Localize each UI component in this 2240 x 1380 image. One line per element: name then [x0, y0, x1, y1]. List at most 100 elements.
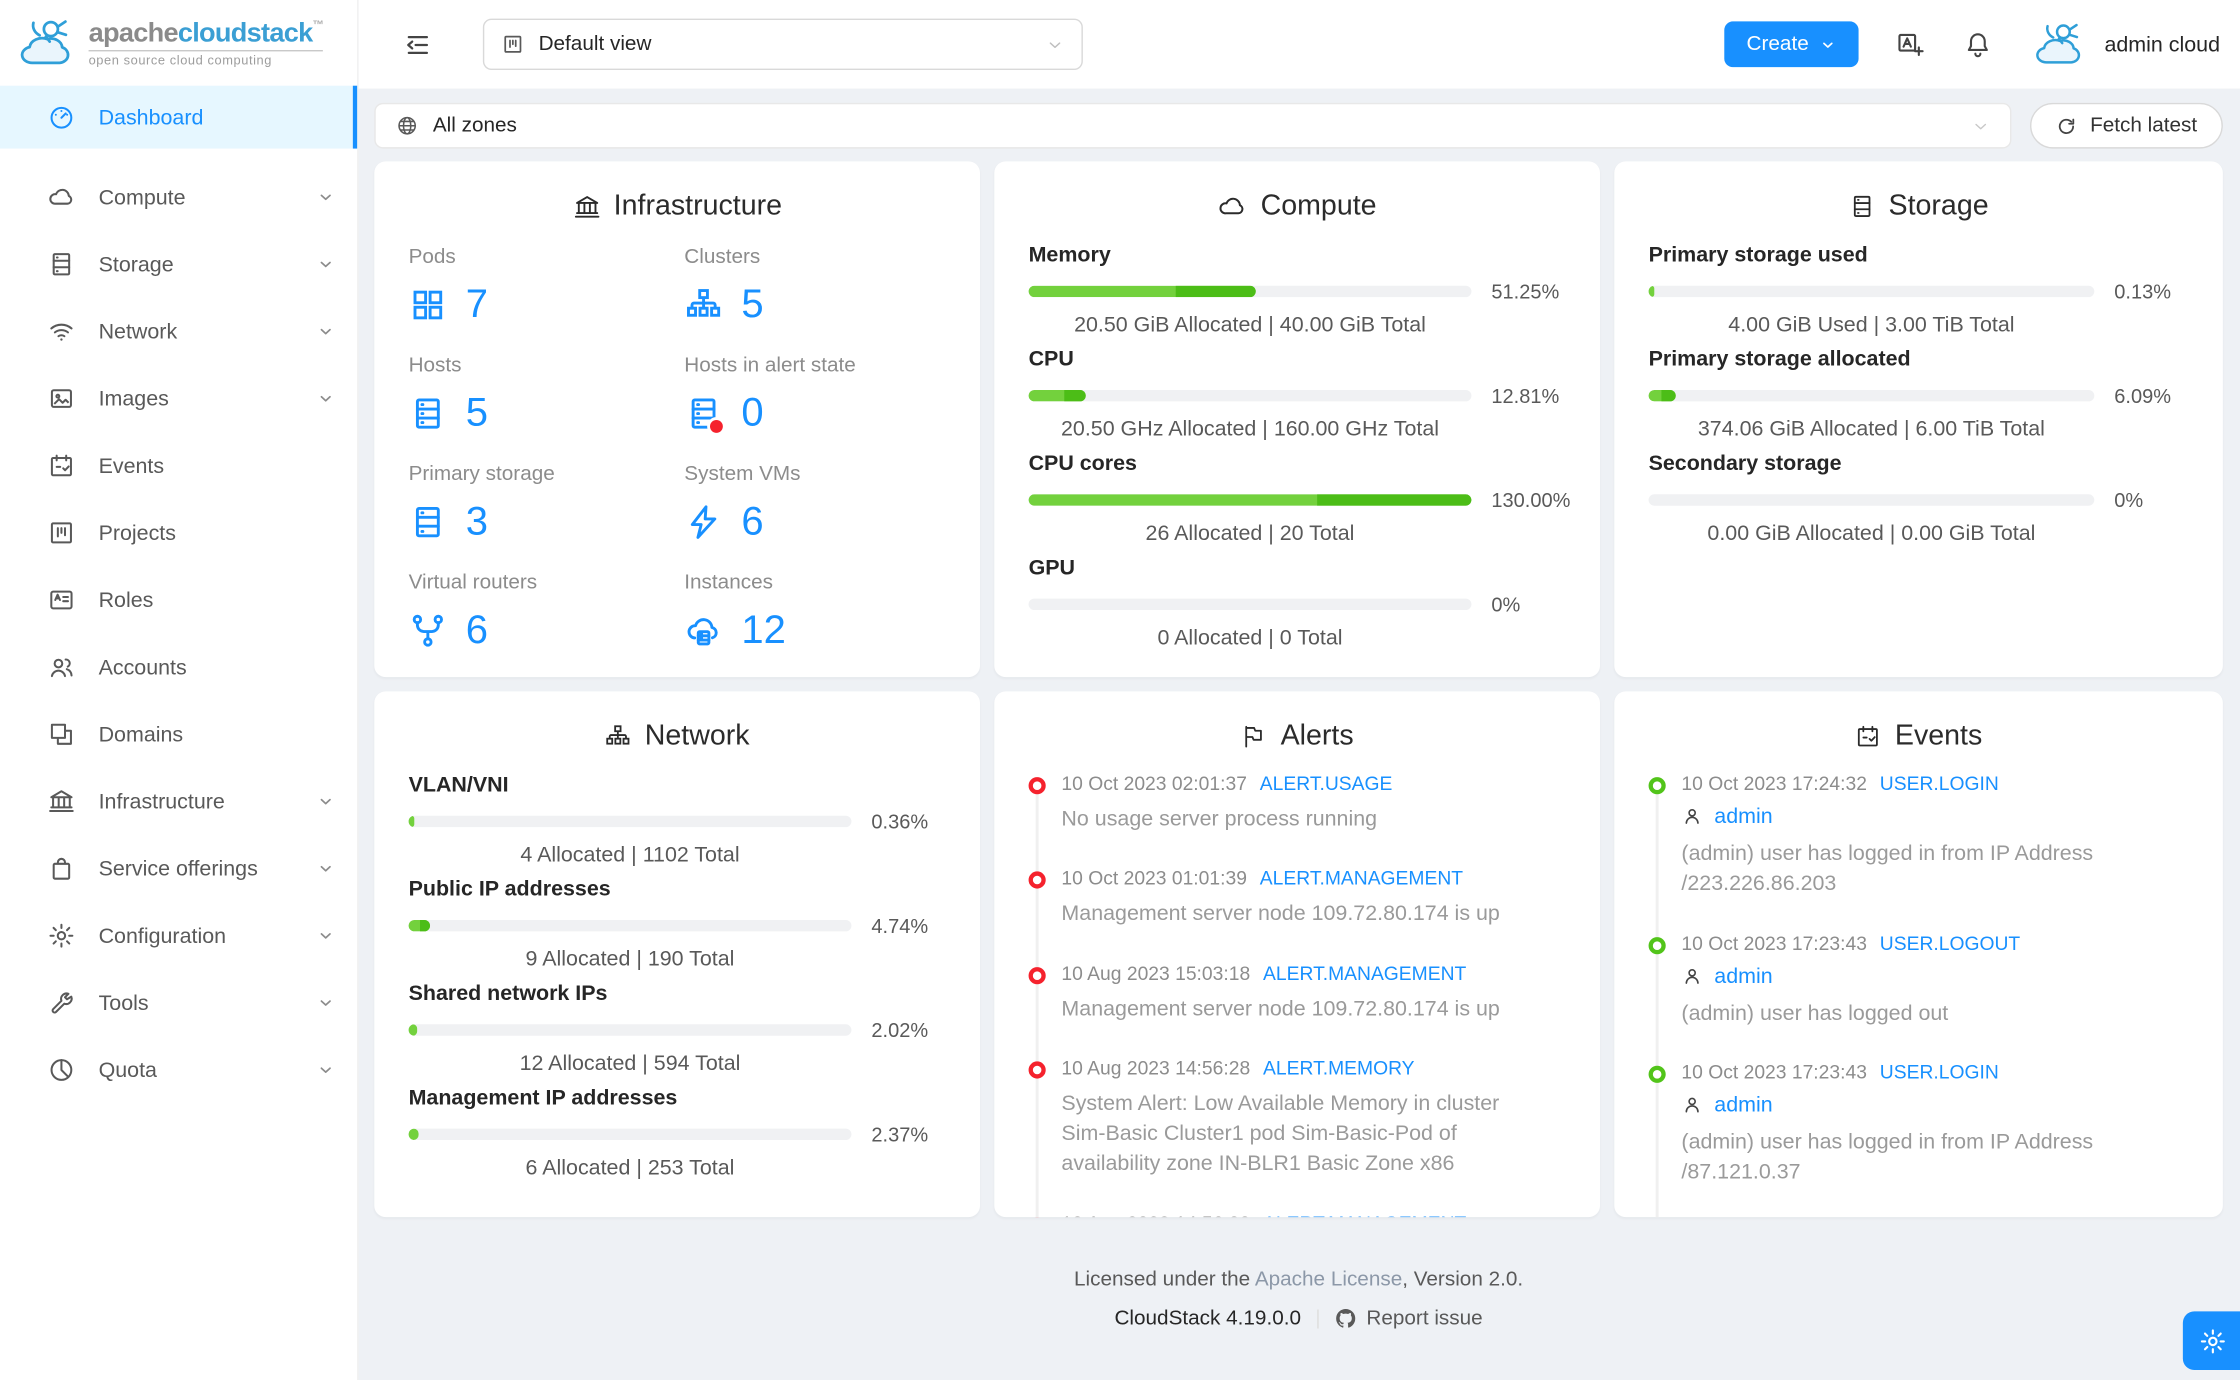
github-icon	[1336, 1309, 1356, 1328]
event-type-link[interactable]: USER.LOGOUT	[1880, 932, 2020, 953]
user-icon	[1681, 1094, 1702, 1115]
alerts-card-title: Alerts	[1029, 720, 1566, 753]
gpu-progress-bar	[1028, 598, 1472, 610]
management-ip-progress-bar	[408, 1128, 852, 1140]
zone-selector-value: All zones	[432, 114, 517, 138]
bank-icon	[572, 192, 601, 221]
user-icon	[1681, 806, 1702, 827]
sidebar-item-quota[interactable]: Quota	[0, 1039, 357, 1102]
sidebar-item-dashboard[interactable]: Dashboard	[0, 85, 358, 149]
sidebar-item-tools[interactable]: Tools	[0, 971, 357, 1034]
alert-type-link[interactable]: ALERT.MANAGEMENT	[1260, 868, 1463, 889]
event-green-dot-icon	[1648, 1065, 1666, 1083]
sidebar-item-roles[interactable]: Roles	[0, 569, 357, 632]
alerts-card: Alerts 10 Oct 2023 02:01:37 ALERT.USAGE N…	[994, 691, 1600, 1218]
sidebar-item-compute[interactable]: Compute	[0, 166, 357, 229]
stat-virtual-routers[interactable]: Virtual routers 6	[409, 571, 670, 652]
blocks-icon	[47, 720, 76, 749]
stat-clusters[interactable]: Clusters 5	[684, 246, 945, 327]
app-logo[interactable]: apachecloudstack™ open source cloud comp…	[0, 0, 357, 86]
sidebar-item-storage[interactable]: Storage	[0, 233, 357, 296]
footer: Licensed under the Apache License, Versi…	[374, 1269, 2223, 1330]
sidebar-item-accounts[interactable]: Accounts	[0, 636, 357, 699]
stat-system-vms[interactable]: System VMs 6	[684, 463, 945, 544]
shared-network-ip-metric: Shared network IPs 2.02% 12 Allocated | …	[408, 981, 929, 1076]
cloudstack-dashboard: apachecloudstack™ open source cloud comp…	[0, 0, 2240, 1380]
chevron-down-icon	[317, 323, 334, 340]
stat-primary-storage[interactable]: Primary storage 3	[409, 463, 670, 544]
team-icon	[47, 653, 76, 682]
user-name: admin cloud	[2104, 32, 2220, 57]
sidebar-item-label: Domains	[98, 722, 184, 747]
gpu-metric: GPU 0% 0 Allocated | 0 Total	[1028, 555, 1521, 650]
alert-item[interactable]: 10 Oct 2023 01:01:39 ALERT.MANAGEMENT Man…	[1028, 868, 1565, 930]
sidebar-item-infrastructure[interactable]: Infrastructure	[0, 770, 357, 833]
cpu-cores-progress-bar	[1028, 494, 1472, 506]
event-user-link[interactable]: admin	[1714, 964, 1772, 988]
sidebar-item-projects[interactable]: Projects	[0, 501, 357, 564]
stat-hosts-alert[interactable]: Hosts in alert state 0	[684, 354, 945, 435]
report-issue-link[interactable]: Report issue	[1335, 1307, 1483, 1330]
fork-icon	[409, 611, 448, 650]
create-button[interactable]: Create	[1723, 21, 1859, 68]
secondary-progress-bar	[1648, 494, 2095, 506]
sidebar-item-events[interactable]: Events	[0, 434, 357, 497]
infrastructure-stats: Pods 7 Clusters 5 Hosts 5 Hosts in alert…	[409, 243, 946, 653]
chevron-down-icon	[317, 994, 334, 1011]
sidebar-item-service-offerings[interactable]: Service offerings	[0, 837, 357, 900]
alert-type-link[interactable]: ALERT.MEMORY	[1263, 1057, 1414, 1078]
fetch-latest-button[interactable]: Fetch latest	[2030, 102, 2223, 149]
memory-metric: Memory 51.25% 20.50 GiB Allocated | 40.0…	[1028, 242, 1560, 338]
event-item[interactable]: 10 Oct 2023 17:23:43 USER.LOGOUT admin (a…	[1648, 932, 2188, 1028]
sidebar-item-network[interactable]: Network	[0, 300, 357, 363]
alert-type-link[interactable]: ALERT.USAGE	[1260, 773, 1393, 794]
bell-icon[interactable]	[1963, 29, 1993, 59]
alert-item[interactable]: 10 Aug 2023 14:56:00ALERT.MANAGEMENT	[1028, 1213, 1565, 1218]
caret-down-icon	[1823, 41, 1833, 48]
alert-red-dot-icon	[1028, 966, 1046, 984]
event-type-link[interactable]: USER.LOGIN	[1880, 773, 1999, 794]
wifi-icon	[47, 317, 76, 346]
alerts-timeline: 10 Oct 2023 02:01:37 ALERT.USAGE No usage…	[1028, 773, 1566, 1218]
stat-hosts[interactable]: Hosts 5	[409, 354, 670, 435]
view-selector[interactable]: Default view	[482, 18, 1083, 70]
pods-grid-icon	[409, 285, 448, 324]
cloud-icon	[47, 183, 76, 212]
translate-icon[interactable]	[1896, 29, 1926, 59]
shopping-bag-icon	[47, 854, 76, 883]
event-green-dot-icon	[1648, 936, 1666, 954]
chevron-down-icon	[317, 793, 334, 810]
sidebar-item-images[interactable]: Images	[0, 367, 357, 430]
alert-type-link[interactable]: ALERT.MANAGEMENT	[1263, 962, 1466, 983]
event-user-link[interactable]: admin	[1714, 1093, 1772, 1117]
event-item[interactable]: 10 Oct 2023 17:24:32 USER.LOGIN admin (ad…	[1648, 773, 2188, 900]
top-bar: Default view Create admin cloud	[358, 0, 2240, 89]
alert-item[interactable]: 10 Oct 2023 02:01:37 ALERT.USAGE No usage…	[1028, 773, 1565, 835]
event-item[interactable]: 10 Oct 2023 17:23:43 USER.LOGIN admin (ad…	[1648, 1061, 2188, 1188]
stat-pods[interactable]: Pods 7	[409, 246, 670, 327]
version-label: CloudStack 4.19.0.0	[1114, 1307, 1302, 1330]
event-type-link[interactable]: USER.LOGIN	[1880, 1061, 1999, 1082]
alert-type-link[interactable]: ALERT.MANAGEMENT	[1263, 1213, 1466, 1218]
event-user-link[interactable]: admin	[1714, 804, 1772, 828]
compute-card-title: Compute	[1029, 190, 1566, 223]
apache-license-link[interactable]: Apache License	[1255, 1269, 1402, 1292]
database-icon	[409, 502, 448, 541]
sidebar-collapse-icon[interactable]	[404, 31, 431, 58]
primary-storage-allocated-metric: Primary storage allocated 6.09% 374.06 G…	[1648, 347, 2172, 442]
stat-instances[interactable]: Instances 12	[684, 571, 945, 652]
sidebar-item-configuration[interactable]: Configuration	[0, 904, 357, 967]
alert-item[interactable]: 10 Aug 2023 15:03:18 ALERT.MANAGEMENT Man…	[1028, 962, 1565, 1024]
user-menu[interactable]: admin cloud	[2030, 17, 2220, 71]
sidebar-item-domains[interactable]: Domains	[0, 703, 357, 766]
management-ip-metric: Management IP addresses 2.37% 6 Allocate…	[408, 1085, 929, 1180]
pie-chart-icon	[47, 1056, 76, 1085]
sidebar-item-label: Infrastructure	[98, 789, 225, 814]
zone-selector[interactable]: All zones	[374, 102, 2012, 149]
alert-item[interactable]: 10 Aug 2023 14:56:28 ALERT.MEMORY System …	[1028, 1057, 1565, 1180]
sidebar-item-label: Compute	[98, 184, 186, 210]
calendar-check-icon	[1855, 723, 1882, 750]
sidebar-item-label: Accounts	[98, 654, 187, 680]
settings-fab-button[interactable]	[2182, 1311, 2240, 1370]
globe-icon	[396, 114, 419, 137]
